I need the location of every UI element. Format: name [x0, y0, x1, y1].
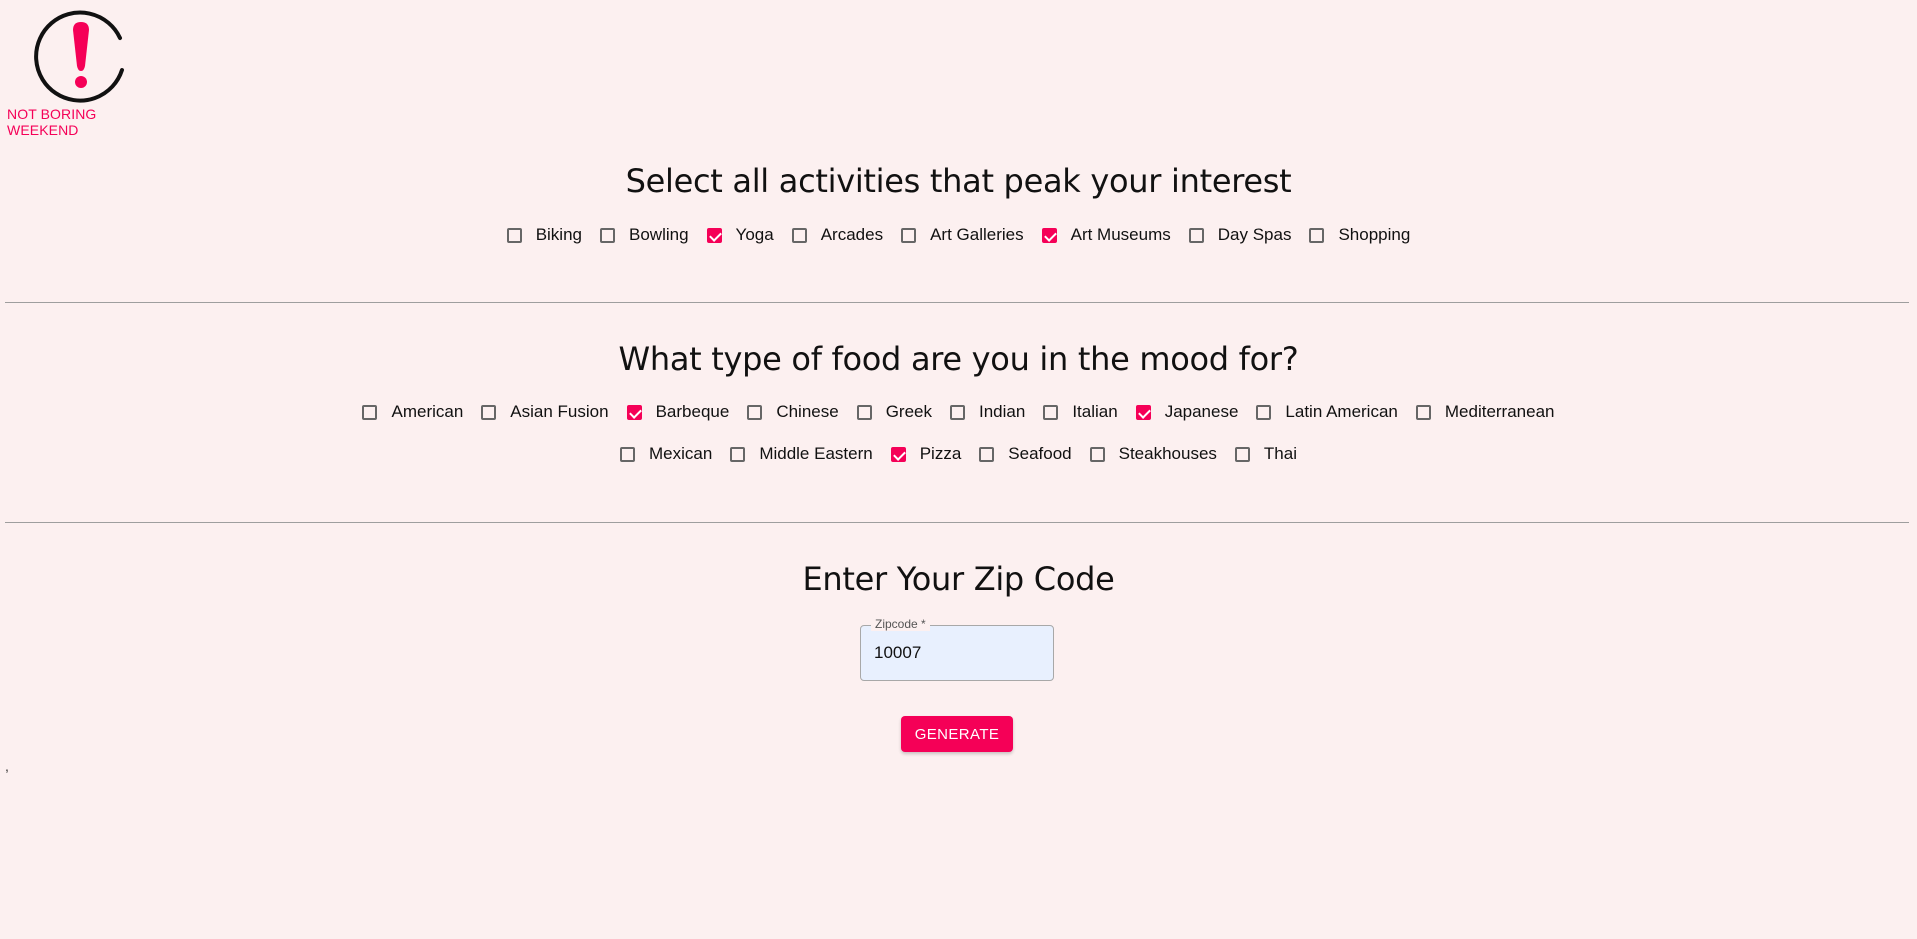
- checkbox-label: Barbeque: [655, 402, 730, 421]
- food-section: What type of food are you in the mood fo…: [0, 340, 1917, 475]
- food-options: American Asian Fusion Barbeque Chinese Greek…: [0, 391, 1917, 475]
- checkbox-unchecked-icon[interactable]: [1234, 446, 1250, 462]
- checkbox-label: Chinese: [776, 402, 839, 421]
- checkbox-biking[interactable]: Biking: [506, 214, 582, 256]
- checkbox-chinese[interactable]: Chinese: [747, 391, 839, 433]
- checkbox-greek[interactable]: Greek: [856, 391, 932, 433]
- checkbox-label: Art Museums: [1070, 225, 1171, 244]
- food-title: What type of food are you in the mood fo…: [618, 340, 1299, 378]
- checkbox-asian-fusion[interactable]: Asian Fusion: [481, 391, 609, 433]
- checkbox-label: Steakhouses: [1118, 444, 1217, 463]
- exclamation-circle-icon: [34, 10, 124, 103]
- checkbox-day-spas[interactable]: Day Spas: [1188, 214, 1292, 256]
- checkbox-label: Mediterranean: [1444, 402, 1555, 421]
- brand-logo: NOT BORING WEEKEND: [7, 8, 157, 138]
- checkbox-label: Yoga: [735, 225, 774, 244]
- checkbox-unchecked-icon[interactable]: [901, 227, 917, 243]
- food-options-row: Mexican Middle Eastern Pizza Seafood Steakho…: [0, 433, 1917, 475]
- checkbox-mediterranean[interactable]: Mediterranean: [1415, 391, 1555, 433]
- checkbox-unchecked-icon[interactable]: [791, 227, 807, 243]
- checkbox-label: Japanese: [1164, 402, 1239, 421]
- zipcode-input[interactable]: [861, 626, 1053, 680]
- food-options-row: American Asian Fusion Barbeque Chinese Greek…: [0, 391, 1917, 433]
- stray-text: ,: [5, 758, 9, 774]
- section-divider: [5, 302, 1909, 303]
- checkbox-unchecked-icon[interactable]: [600, 227, 615, 243]
- checkbox-label: Day Spas: [1217, 225, 1292, 244]
- checkbox-label: Pizza: [919, 444, 962, 463]
- checkbox-label: American: [391, 402, 464, 421]
- checkbox-bowling[interactable]: Bowling: [600, 214, 689, 256]
- checkbox-art-museums[interactable]: Art Museums: [1041, 214, 1171, 256]
- activities-title: Select all activities that peak your int…: [625, 162, 1292, 200]
- checkbox-label: Seafood: [1008, 444, 1072, 463]
- checkbox-pizza[interactable]: Pizza: [890, 433, 962, 475]
- checkbox-shopping[interactable]: Shopping: [1309, 214, 1410, 256]
- checkbox-unchecked-icon[interactable]: [506, 227, 522, 243]
- checkbox-japanese[interactable]: Japanese: [1135, 391, 1239, 433]
- checkbox-label: Middle Eastern: [759, 444, 873, 463]
- checkbox-checked-icon[interactable]: [1135, 404, 1151, 420]
- checkbox-unchecked-icon[interactable]: [1309, 227, 1325, 243]
- checkbox-label: Latin American: [1285, 402, 1398, 421]
- generate-button[interactable]: GENERATE: [901, 716, 1013, 752]
- checkbox-label: Asian Fusion: [510, 402, 609, 421]
- activities-section: Select all activities that peak your int…: [0, 162, 1917, 256]
- activities-options: Biking Bowling Yoga Arcades Art Galleries Art…: [0, 214, 1917, 256]
- checkbox-checked-icon[interactable]: [706, 227, 722, 243]
- checkbox-mexican[interactable]: Mexican: [620, 433, 712, 475]
- checkbox-unchecked-icon[interactable]: [949, 404, 965, 420]
- checkbox-middle-eastern[interactable]: Middle Eastern: [730, 433, 873, 475]
- checkbox-label: Biking: [535, 225, 582, 244]
- checkbox-label: Arcades: [820, 225, 884, 244]
- checkbox-unchecked-icon[interactable]: [979, 446, 995, 462]
- checkbox-barbeque[interactable]: Barbeque: [626, 391, 730, 433]
- checkbox-label: Shopping: [1338, 225, 1411, 244]
- checkbox-unchecked-icon[interactable]: [1188, 227, 1204, 243]
- section-divider: [5, 522, 1909, 523]
- checkbox-label: Indian: [978, 402, 1026, 421]
- checkbox-label: Mexican: [649, 444, 713, 463]
- checkbox-label: Greek: [885, 402, 932, 421]
- checkbox-unchecked-icon[interactable]: [620, 446, 635, 462]
- checkbox-unchecked-icon[interactable]: [747, 404, 763, 420]
- checkbox-yoga[interactable]: Yoga: [706, 214, 774, 256]
- checkbox-seafood[interactable]: Seafood: [979, 433, 1072, 475]
- checkbox-american[interactable]: American: [362, 391, 463, 433]
- checkbox-steakhouses[interactable]: Steakhouses: [1089, 433, 1217, 475]
- checkbox-unchecked-icon[interactable]: [1043, 404, 1059, 420]
- checkbox-unchecked-icon[interactable]: [856, 404, 872, 420]
- checkbox-art-galleries[interactable]: Art Galleries: [901, 214, 1024, 256]
- checkbox-unchecked-icon[interactable]: [1256, 404, 1272, 420]
- checkbox-label: Bowling: [629, 225, 689, 244]
- checkbox-unchecked-icon[interactable]: [1089, 446, 1105, 462]
- checkbox-checked-icon[interactable]: [626, 404, 642, 420]
- brand-name: NOT BORING WEEKEND: [7, 106, 97, 138]
- checkbox-label: Thai: [1263, 444, 1297, 463]
- zipcode-field[interactable]: Zipcode *: [860, 617, 1054, 681]
- checkbox-thai[interactable]: Thai: [1234, 433, 1297, 475]
- checkbox-label: Art Galleries: [930, 225, 1024, 244]
- checkbox-italian[interactable]: Italian: [1043, 391, 1118, 433]
- checkbox-unchecked-icon[interactable]: [362, 404, 378, 420]
- checkbox-checked-icon[interactable]: [1041, 227, 1057, 243]
- zip-section: Enter Your Zip Code: [0, 560, 1917, 598]
- checkbox-unchecked-icon[interactable]: [481, 404, 497, 420]
- checkbox-arcades[interactable]: Arcades: [791, 214, 884, 256]
- checkbox-indian[interactable]: Indian: [949, 391, 1026, 433]
- checkbox-unchecked-icon[interactable]: [730, 446, 746, 462]
- zip-title: Enter Your Zip Code: [802, 560, 1115, 598]
- checkbox-latin-american[interactable]: Latin American: [1256, 391, 1398, 433]
- checkbox-checked-icon[interactable]: [890, 446, 906, 462]
- checkbox-label: Italian: [1072, 402, 1118, 421]
- checkbox-unchecked-icon[interactable]: [1415, 404, 1431, 420]
